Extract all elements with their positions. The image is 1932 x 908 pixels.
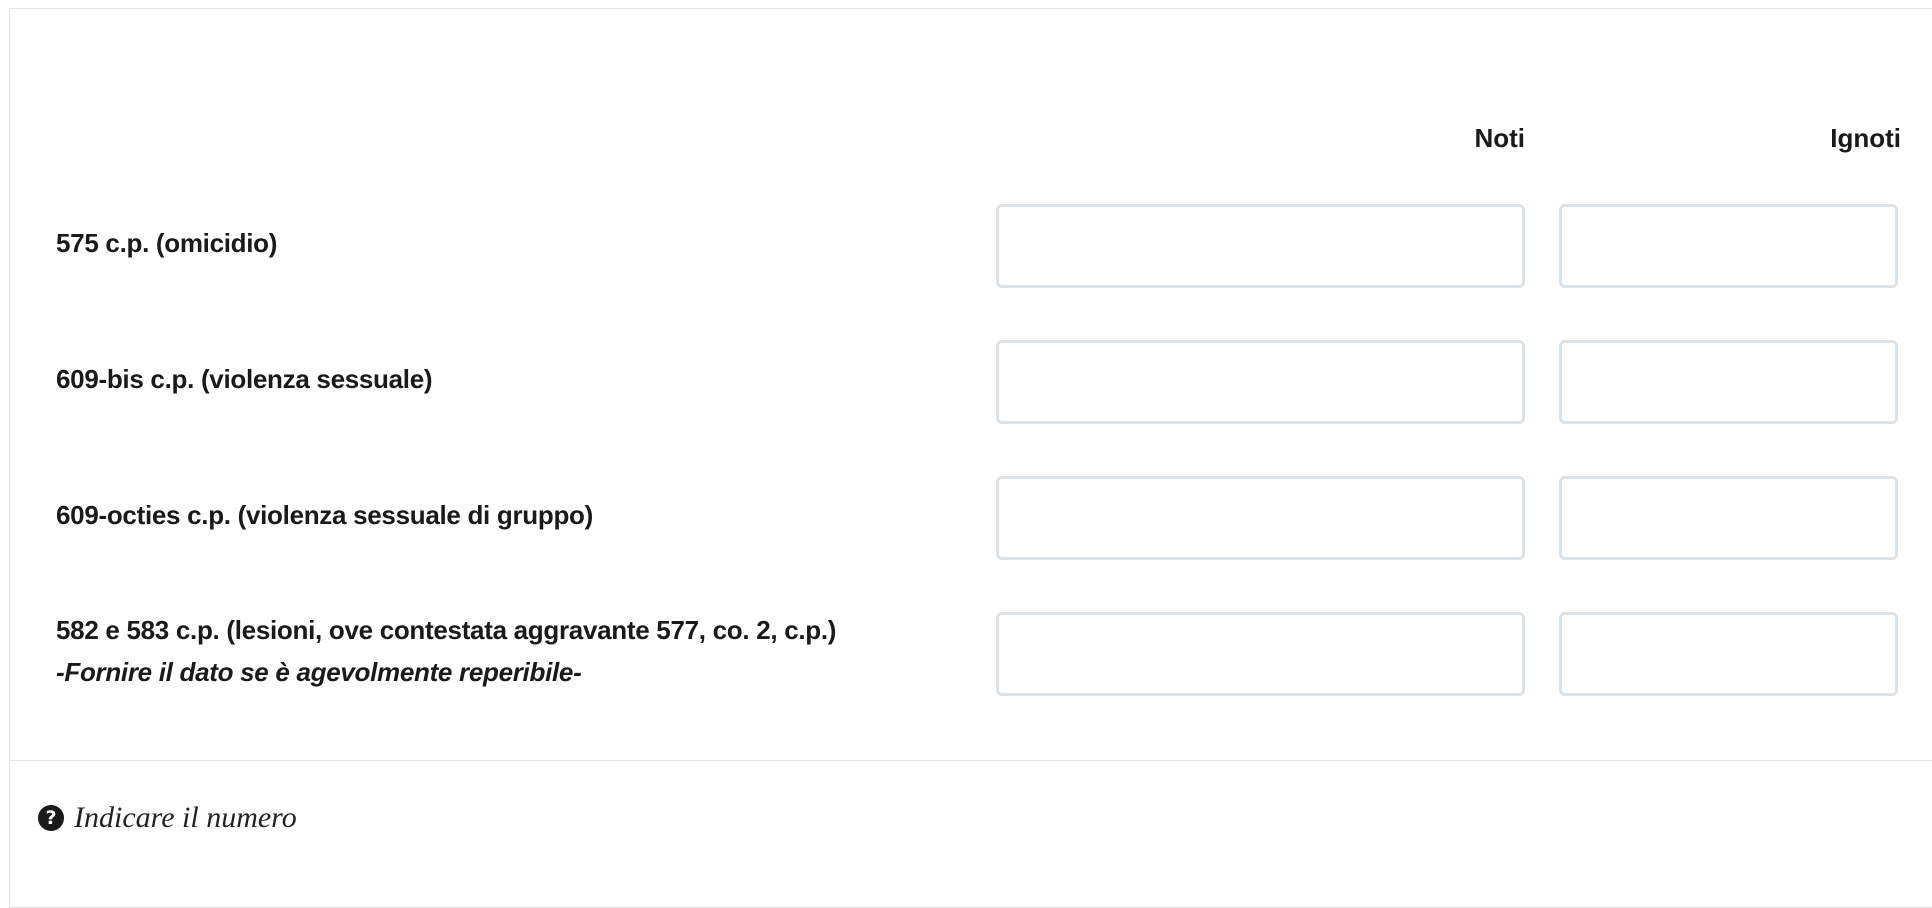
- column-header-noti: Noti: [1474, 123, 1525, 153]
- form-panel: [9, 8, 1932, 908]
- noti-input-violenza-sessuale[interactable]: [996, 340, 1525, 424]
- row-label-text: 575 c.p. (omicidio): [56, 228, 278, 258]
- row-note-reperibile: -Fornire il dato se è agevolmente reperi…: [56, 657, 582, 687]
- footer-hint-text: Indicare il numero: [74, 801, 297, 834]
- noti-input-omicidio[interactable]: [996, 204, 1525, 288]
- footer-divider: [9, 760, 1932, 761]
- ignoti-input-lesioni[interactable]: [1559, 612, 1898, 696]
- row-label-text: 609-bis c.p. (violenza sessuale): [56, 364, 433, 394]
- ignoti-input-violenza-sessuale-gruppo[interactable]: [1559, 476, 1898, 560]
- row-label-lesioni: 582 e 583 c.p. (lesioni, ove contestata …: [56, 609, 956, 693]
- ignoti-input-violenza-sessuale[interactable]: [1559, 340, 1898, 424]
- column-header-ignoti: Ignoti: [1830, 123, 1901, 153]
- footer-hint: ? Indicare il numero: [38, 800, 297, 836]
- question-circle-icon: ?: [38, 805, 64, 831]
- row-label-violenza-sessuale: 609-bis c.p. (violenza sessuale): [56, 358, 956, 400]
- row-label-text: 609-octies c.p. (violenza sessuale di gr…: [56, 500, 593, 530]
- row-label-omicidio: 575 c.p. (omicidio): [56, 222, 956, 264]
- noti-input-violenza-sessuale-gruppo[interactable]: [996, 476, 1525, 560]
- row-label-violenza-sessuale-gruppo: 609-octies c.p. (violenza sessuale di gr…: [56, 494, 956, 536]
- noti-input-lesioni[interactable]: [996, 612, 1525, 696]
- row-label-text: 582 e 583 c.p. (lesioni, ove contestata …: [56, 615, 837, 645]
- ignoti-input-omicidio[interactable]: [1559, 204, 1898, 288]
